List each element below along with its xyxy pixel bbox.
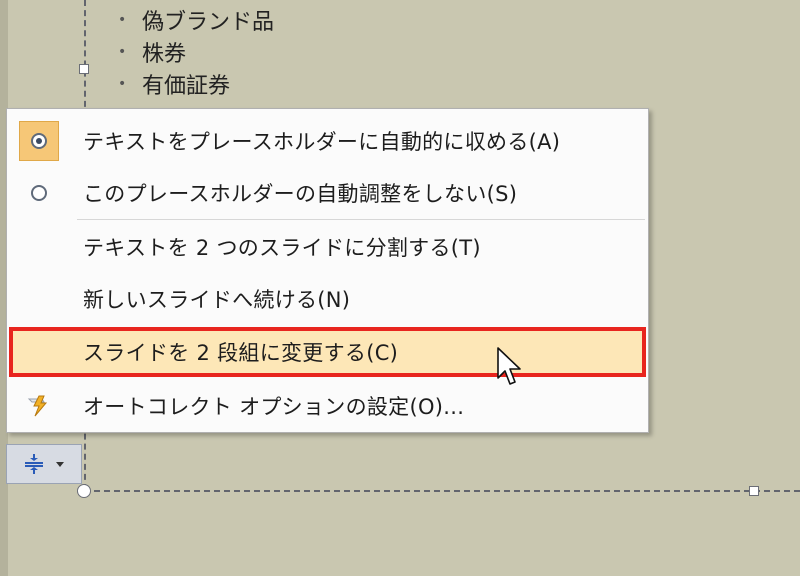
lightning-icon (27, 395, 48, 417)
icon-cell (7, 273, 71, 325)
radio-circle (31, 133, 47, 149)
radio-selected-icon (19, 121, 59, 161)
bullet-item: • 有価証券 (118, 68, 274, 100)
menu-item-two-columns[interactable]: スライドを 2 段組に変更する(C) (7, 327, 648, 377)
menu-item-stop-autofit[interactable]: このプレースホルダーの自動調整をしない(S) (7, 167, 648, 219)
bullet-item: • 株券 (118, 36, 274, 68)
menu-item-label: テキストをプレースホルダーに自動的に収める(A) (83, 130, 561, 154)
menu-item-autofit-text[interactable]: テキストをプレースホルダーに自動的に収める(A) (7, 115, 648, 167)
icon-cell (7, 383, 71, 429)
mouse-cursor-icon (497, 347, 521, 385)
radio-dot (36, 138, 42, 144)
icon-cell (7, 327, 71, 377)
autofit-options-menu: テキストをプレースホルダーに自動的に収める(A) このプレースホルダーの自動調整… (6, 108, 649, 433)
placeholder-border-bottom (84, 490, 800, 492)
bullet-icon: • (118, 12, 127, 28)
menu-separator (77, 219, 645, 220)
autofit-options-button[interactable] (6, 444, 82, 484)
menu-item-label: 新しいスライドへ続ける(N) (83, 288, 351, 312)
menu-item-autocorrect-options[interactable]: オートコレクト オプションの設定(O)... (7, 383, 648, 429)
menu-item-label: スライドを 2 段組に変更する(C) (83, 341, 399, 365)
chevron-down-icon (56, 462, 64, 467)
bullet-text: 有価証券 (142, 74, 231, 99)
bullet-text: 偽ブランド品 (142, 10, 275, 35)
menu-item-label: オートコレクト オプションの設定(O)... (83, 395, 465, 419)
resize-handle-bottom-left[interactable] (77, 484, 91, 498)
icon-cell (7, 221, 71, 273)
icon-cell (7, 167, 71, 219)
resize-handle-bottom[interactable] (749, 486, 759, 496)
slide-bullet-list: • 偽ブランド品 • 株券 • 有価証券 (118, 4, 274, 100)
bullet-text: 株券 (142, 42, 187, 67)
menu-item-split-text[interactable]: テキストを 2 つのスライドに分割する(T) (7, 221, 648, 273)
bullet-icon: • (118, 76, 127, 92)
menu-item-label: テキストを 2 つのスライドに分割する(T) (83, 236, 481, 260)
menu-item-label: このプレースホルダーの自動調整をしない(S) (83, 182, 518, 206)
icon-cell (7, 115, 71, 167)
bullet-item: • 偽ブランド品 (118, 4, 274, 36)
radio-unselected-icon (31, 185, 47, 201)
menu-item-continue-new-slide[interactable]: 新しいスライドへ続ける(N) (7, 273, 648, 325)
bullet-icon: • (118, 44, 127, 60)
resize-handle-left[interactable] (79, 64, 89, 74)
autofit-icon (25, 454, 43, 474)
